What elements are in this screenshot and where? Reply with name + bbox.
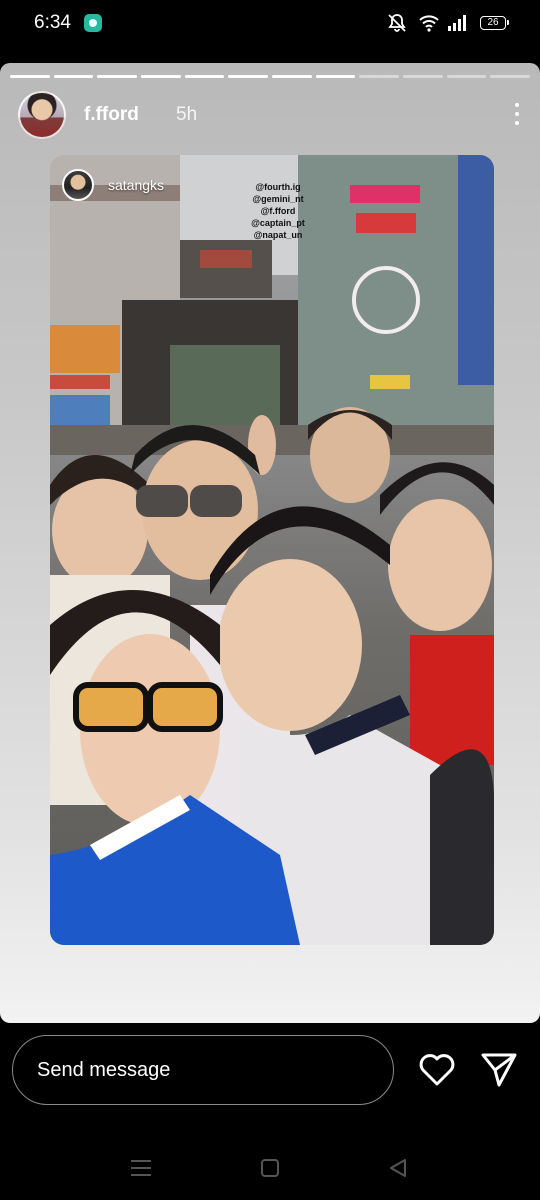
recents-icon[interactable] — [130, 1158, 152, 1178]
more-icon[interactable] — [512, 103, 522, 129]
story-username[interactable]: f.fford — [84, 104, 139, 126]
progress-segment — [446, 75, 487, 78]
app-notification-icon — [84, 14, 102, 32]
story-photo: satangks @fourth.ig @gemini_nt @f.fford @ca… — [50, 155, 494, 945]
send-message-placeholder: Send message — [37, 1059, 171, 1081]
send-icon[interactable] — [480, 1052, 518, 1088]
progress-segment — [315, 75, 356, 78]
progress-segment — [184, 75, 225, 78]
progress-segment — [10, 75, 50, 78]
progress-segment — [97, 75, 138, 78]
home-icon[interactable] — [260, 1158, 280, 1178]
status-icons: 26 — [386, 12, 509, 36]
progress-segment — [359, 75, 400, 78]
story-card[interactable]: f.fford 5h satangks @fourth.ig @gemini_n… — [0, 63, 540, 1023]
battery-icon: 26 — [480, 16, 509, 30]
repost-avatar[interactable] — [62, 169, 94, 201]
mention-tags: @fourth.ig @gemini_nt @f.fford @captain_pt @… — [248, 181, 308, 241]
status-bar: 6:34 26 — [0, 0, 540, 50]
wifi-icon — [419, 15, 439, 32]
mention-tag[interactable]: @fourth.ig — [248, 181, 308, 193]
progress-segment — [490, 75, 531, 78]
repost-username[interactable]: satangks — [108, 177, 164, 193]
mention-tag[interactable]: @captain_pt — [248, 217, 308, 229]
story-time-ago: 5h — [176, 104, 198, 125]
back-icon[interactable] — [388, 1158, 408, 1178]
progress-segment — [272, 75, 312, 78]
progress-segment — [228, 75, 269, 78]
reply-bar: Send message — [0, 1030, 540, 1120]
progress-segment — [141, 75, 181, 78]
mention-tag[interactable]: @napat_un — [248, 229, 308, 241]
mute-icon — [388, 14, 406, 32]
street-selfie-image — [50, 155, 494, 945]
system-nav-bar — [0, 1140, 540, 1200]
avatar[interactable] — [18, 91, 66, 139]
heart-icon[interactable] — [418, 1052, 456, 1088]
mention-tag[interactable]: @f.fford — [248, 205, 308, 217]
story-header: f.fford 5h — [18, 91, 522, 141]
status-time: 6:34 — [34, 12, 71, 33]
story-progress-bars — [10, 75, 531, 78]
mention-tag[interactable]: @gemini_nt — [248, 193, 308, 205]
progress-segment — [53, 75, 94, 78]
send-message-input[interactable]: Send message — [12, 1035, 394, 1105]
signal-icon — [448, 15, 466, 31]
progress-segment — [403, 75, 443, 78]
